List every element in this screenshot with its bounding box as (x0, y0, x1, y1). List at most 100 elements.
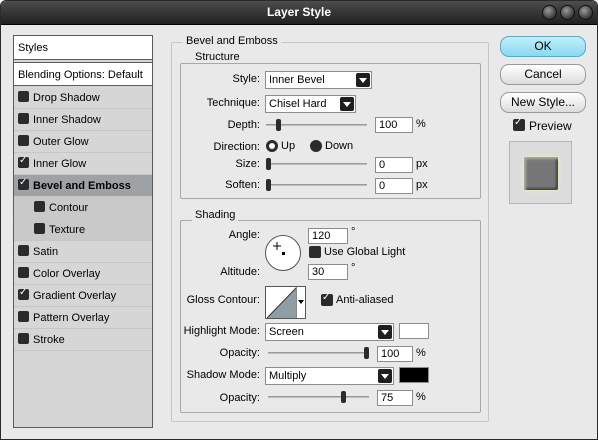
style-item-color-overlay[interactable]: Color Overlay (14, 263, 152, 285)
gloss-contour-label: Gloss Contour: (186, 294, 260, 306)
chevron-down-icon[interactable] (378, 369, 392, 383)
checkbox-checked-icon[interactable] (18, 176, 29, 190)
style-item-contour[interactable]: Contour (14, 197, 152, 219)
checkbox-icon[interactable] (18, 91, 29, 102)
size-label: Size: (235, 158, 260, 170)
preview-label: Preview (529, 119, 572, 133)
use-global-light-checkbox[interactable] (309, 246, 321, 258)
preview-swatch (524, 157, 558, 190)
style-item-satin[interactable]: Satin (14, 241, 152, 263)
slider-thumb[interactable] (266, 179, 271, 191)
depth-unit: % (416, 118, 426, 130)
maximize-button[interactable] (560, 5, 575, 20)
depth-slider[interactable] (266, 118, 367, 132)
slider-thumb[interactable] (364, 347, 369, 359)
style-item-bevel-emboss[interactable]: Bevel and Emboss (14, 175, 152, 197)
shadow-color-swatch[interactable] (399, 367, 429, 383)
angle-input[interactable]: 120 (308, 228, 348, 244)
chevron-down-icon (298, 300, 304, 304)
depth-label: Depth: (227, 119, 260, 131)
new-style-button[interactable]: New Style... (500, 92, 586, 113)
soften-label: Soften: (225, 179, 260, 191)
slider-thumb[interactable] (341, 391, 346, 403)
checkbox-icon[interactable] (18, 135, 29, 146)
checkbox-icon[interactable] (34, 223, 45, 234)
shadow-mode-dropdown[interactable]: Multiply (265, 367, 394, 385)
contour-curve-icon (267, 287, 297, 318)
direction-down-label: Down (325, 140, 354, 152)
cancel-button[interactable]: Cancel (500, 64, 586, 85)
contour-dropdown-toggle[interactable] (296, 287, 305, 318)
ok-button[interactable]: OK (500, 36, 586, 57)
direction-up-radio[interactable] (266, 140, 278, 152)
window-title: Layer Style (266, 5, 332, 19)
blending-options-item[interactable]: Blending Options: Default (14, 62, 152, 86)
size-slider[interactable] (266, 157, 367, 171)
chevron-down-icon[interactable] (340, 97, 354, 111)
gloss-contour-picker[interactable] (265, 286, 306, 319)
highlight-mode-dropdown[interactable]: Screen (265, 323, 394, 341)
styles-header[interactable]: Styles (14, 36, 152, 60)
title-bar[interactable]: Layer Style (1, 1, 597, 25)
direction-label: Direction: (213, 141, 260, 153)
style-item-texture[interactable]: Texture (14, 219, 152, 241)
altitude-unit: ° (351, 262, 356, 274)
style-dropdown[interactable]: Inner Bevel (265, 71, 372, 89)
shadow-mode-label: Shadow Mode: (186, 369, 260, 381)
highlight-opacity-unit: % (416, 347, 426, 359)
checkbox-icon[interactable] (18, 311, 29, 322)
bevel-emboss-title: Bevel and Emboss (183, 35, 281, 47)
angle-unit: ° (351, 226, 356, 238)
soften-input[interactable]: 0 (375, 178, 413, 194)
anti-aliased-label: Anti-aliased (336, 294, 394, 306)
size-input[interactable]: 0 (375, 157, 413, 173)
checkbox-icon[interactable] (34, 201, 45, 212)
checkbox-icon[interactable] (18, 333, 29, 344)
shadow-opacity-slider[interactable] (268, 390, 369, 404)
style-item-inner-shadow[interactable]: Inner Shadow (14, 109, 152, 131)
style-item-inner-glow[interactable]: Inner Glow (14, 153, 152, 175)
size-unit: px (416, 158, 428, 170)
angle-center-dot (282, 252, 285, 255)
style-item-stroke[interactable]: Stroke (14, 329, 152, 351)
style-item-gradient-overlay[interactable]: Gradient Overlay (14, 285, 152, 307)
style-item-pattern-overlay[interactable]: Pattern Overlay (14, 307, 152, 329)
shadow-opacity-input[interactable]: 75 (377, 390, 413, 406)
minimize-button[interactable] (542, 5, 557, 20)
slider-thumb[interactable] (266, 158, 271, 170)
checkbox-icon[interactable] (18, 113, 29, 124)
chevron-down-icon[interactable] (378, 325, 392, 339)
direction-down-radio[interactable] (310, 140, 322, 152)
shading-title: Shading (192, 209, 239, 221)
altitude-input[interactable]: 30 (308, 264, 348, 280)
style-item-outer-glow[interactable]: Outer Glow (14, 131, 152, 153)
technique-dropdown[interactable]: Chisel Hard (265, 95, 356, 113)
technique-label: Technique: (206, 97, 260, 109)
close-button[interactable] (578, 5, 593, 20)
preview-checkbox[interactable] (513, 116, 525, 131)
highlight-color-swatch[interactable] (399, 323, 429, 339)
style-label: Style: (232, 73, 260, 85)
checkbox-icon[interactable] (18, 267, 29, 278)
highlight-opacity-input[interactable]: 100 (377, 346, 413, 362)
slider-track (266, 184, 367, 186)
checkbox-icon[interactable] (18, 245, 29, 256)
style-item-drop-shadow[interactable]: Drop Shadow (14, 87, 152, 109)
soften-unit: px (416, 179, 428, 191)
depth-input[interactable]: 100 (375, 117, 413, 133)
altitude-label: Altitude: (220, 266, 260, 278)
angle-dial[interactable] (265, 235, 301, 271)
checkbox-checked-icon[interactable] (18, 286, 29, 300)
preview-thumbnail (509, 141, 572, 204)
anti-aliased-checkbox[interactable] (321, 291, 333, 306)
use-global-light-label: Use Global Light (324, 246, 406, 258)
slider-track (266, 163, 367, 165)
shadow-opacity-label: Opacity: (219, 392, 260, 404)
chevron-down-icon[interactable] (356, 73, 370, 87)
slider-track (268, 352, 369, 354)
soften-slider[interactable] (266, 178, 367, 192)
highlight-opacity-slider[interactable] (268, 346, 369, 360)
checkbox-checked-icon[interactable] (18, 154, 29, 168)
shadow-opacity-unit: % (416, 391, 426, 403)
slider-thumb[interactable] (276, 119, 281, 131)
